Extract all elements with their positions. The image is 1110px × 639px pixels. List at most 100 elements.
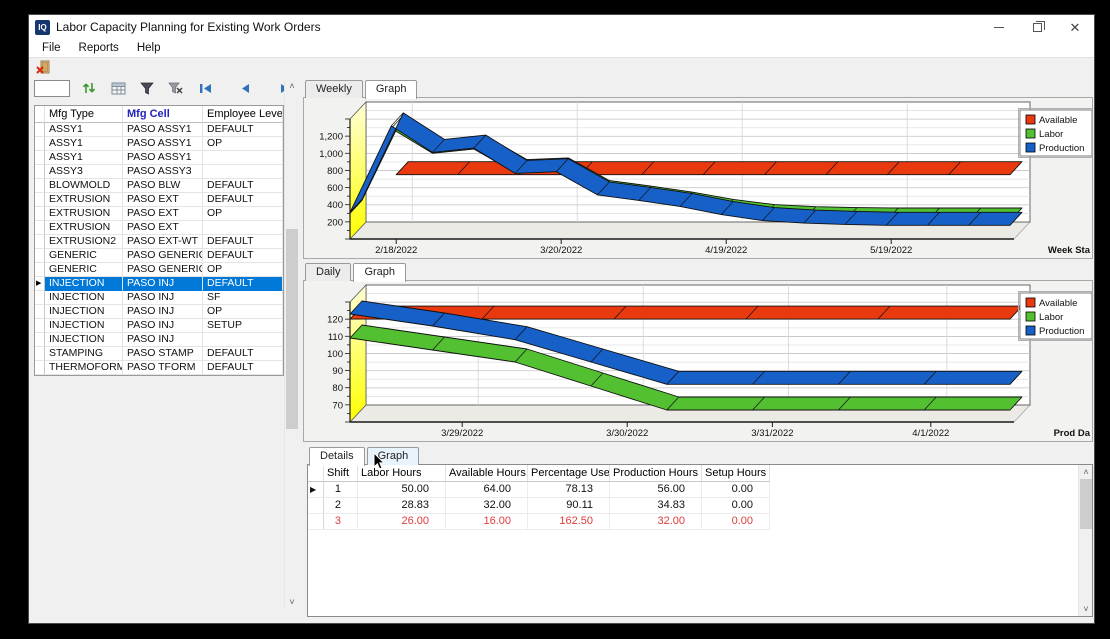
column-header-setup-hours[interactable]: Setup Hours [702,465,770,482]
table-cell[interactable]: PASO STAMP [123,347,203,361]
table-cell[interactable]: GENERIC [45,249,123,263]
minimize-button[interactable] [980,15,1018,39]
tab-weekly[interactable]: Weekly [305,80,363,98]
table-cell[interactable]: PASO ASSY1 [123,151,203,165]
table-row[interactable]: INJECTIONPASO INJSETUP [35,319,283,333]
table-cell[interactable] [203,221,283,235]
table-row[interactable]: EXTRUSION2PASO EXT-WTDEFAULT [35,235,283,249]
table-cell[interactable]: PASO INJ [123,305,203,319]
column-header-percentage-used[interactable]: Percentage Used [528,465,610,482]
table-cell[interactable]: DEFAULT [203,235,283,249]
menu-help[interactable]: Help [128,39,170,57]
table-cell[interactable]: OP [203,137,283,151]
table-row[interactable]: INJECTIONPASO INJ [35,333,283,347]
table-cell[interactable] [203,333,283,347]
details-row[interactable]: 326.0016.00162.5032.000.00 [308,514,1092,530]
menu-file[interactable]: File [33,39,70,57]
table-row[interactable]: BLOWMOLDPASO BLWDEFAULT [35,179,283,193]
table-cell[interactable]: ASSY1 [45,151,123,165]
table-cell[interactable]: STAMPING [45,347,123,361]
table-row[interactable]: THERMOFORMPASO TFORMDEFAULT [35,361,283,375]
table-row[interactable]: INJECTIONPASO INJOP [35,305,283,319]
sort-button[interactable] [78,80,100,97]
table-cell[interactable]: OP [203,305,283,319]
table-cell[interactable]: BLOWMOLD [45,179,123,193]
table-cell[interactable]: DEFAULT [203,193,283,207]
table-cell[interactable]: PASO INJ [123,291,203,305]
table-cell[interactable]: DEFAULT [203,249,283,263]
column-header-mfg-type[interactable]: Mfg Type [45,106,123,123]
table-row[interactable]: STAMPINGPASO STAMPDEFAULT [35,347,283,361]
left-scrollbar[interactable]: ˄ ˅ [284,79,298,609]
restore-button[interactable] [1018,15,1056,39]
details-scrollbar-thumb[interactable] [1080,479,1092,529]
table-cell[interactable]: DEFAULT [203,277,283,291]
scroll-down-icon[interactable]: ˅ [285,595,299,609]
exit-button[interactable] [33,59,55,76]
column-header-available-hours[interactable]: Available Hours [446,465,528,482]
tab-daily[interactable]: Daily [305,263,351,281]
table-cell[interactable]: ASSY3 [45,165,123,179]
table-cell[interactable] [203,151,283,165]
table-cell[interactable]: PASO EXT-WT [123,235,203,249]
table-cell[interactable]: PASO GENERIC [123,263,203,277]
table-cell[interactable]: EXTRUSION [45,221,123,235]
table-row[interactable]: EXTRUSIONPASO EXTOP [35,207,283,221]
table-row[interactable]: INJECTIONPASO INJSF [35,291,283,305]
column-header-production-hours[interactable]: Production Hours [610,465,702,482]
table-cell[interactable] [203,165,283,179]
scroll-down-icon[interactable]: ˅ [1079,602,1093,616]
tab-daily-graph[interactable]: Graph [353,263,406,282]
table-cell[interactable]: INJECTION [45,319,123,333]
table-row[interactable]: EXTRUSIONPASO EXTDEFAULT [35,193,283,207]
table-cell[interactable]: INJECTION [45,277,123,291]
table-cell[interactable]: THERMOFORM [45,361,123,375]
table-cell[interactable]: GENERIC [45,263,123,277]
search-input[interactable] [34,80,70,97]
left-scrollbar-thumb[interactable] [286,229,298,429]
nav-prev-button[interactable] [233,80,257,97]
table-cell[interactable]: EXTRUSION [45,207,123,221]
column-header-shift[interactable]: Shift [324,465,358,482]
tab-weekly-graph[interactable]: Graph [365,80,418,99]
table-cell[interactable]: PASO EXT [123,193,203,207]
table-cell[interactable]: OP [203,263,283,277]
details-row[interactable]: 228.8332.0090.1134.830.00 [308,498,1092,514]
nav-first-button[interactable] [194,80,218,97]
scroll-up-icon[interactable]: ˄ [1079,465,1093,479]
table-cell[interactable]: EXTRUSION2 [45,235,123,249]
table-cell[interactable]: DEFAULT [203,123,283,137]
table-cell[interactable]: DEFAULT [203,179,283,193]
table-cell[interactable]: EXTRUSION [45,193,123,207]
table-cell[interactable]: PASO ASSY1 [123,137,203,151]
filter-button[interactable] [136,80,158,97]
table-row[interactable]: GENERICPASO GENERICDEFAULT [35,249,283,263]
table-cell[interactable]: PASO INJ [123,333,203,347]
column-header-labor-hours[interactable]: Labor Hours [358,465,446,482]
table-cell[interactable]: OP [203,207,283,221]
table-cell[interactable]: ASSY1 [45,123,123,137]
close-button[interactable]: ✕ [1056,15,1094,39]
table-row[interactable]: ASSY1PASO ASSY1DEFAULT [35,123,283,137]
column-header-employee-level[interactable]: Employee Level [203,106,283,123]
table-row[interactable]: ASSY1PASO ASSY1OP [35,137,283,151]
table-cell[interactable]: SETUP [203,319,283,333]
table-cell[interactable]: PASO ASSY1 [123,123,203,137]
tab-details[interactable]: Details [309,447,365,466]
table-cell[interactable]: SF [203,291,283,305]
table-cell[interactable]: PASO BLW [123,179,203,193]
table-row[interactable]: ▶INJECTIONPASO INJDEFAULT [35,277,283,291]
details-row[interactable]: ▶150.0064.0078.1356.000.00 [308,482,1092,498]
table-cell[interactable]: PASO EXT [123,221,203,235]
scroll-up-icon[interactable]: ˄ [285,79,299,93]
table-cell[interactable]: PASO ASSY3 [123,165,203,179]
table-row[interactable]: GENERICPASO GENERICOP [35,263,283,277]
table-cell[interactable]: INJECTION [45,333,123,347]
filter-clear-button[interactable] [165,80,187,97]
table-cell[interactable]: INJECTION [45,305,123,319]
column-header-mfg-cell[interactable]: Mfg Cell [123,106,203,123]
table-cell[interactable]: ASSY1 [45,137,123,151]
table-cell[interactable]: PASO GENERIC [123,249,203,263]
table-cell[interactable]: PASO TFORM [123,361,203,375]
table-row[interactable]: ASSY1PASO ASSY1 [35,151,283,165]
